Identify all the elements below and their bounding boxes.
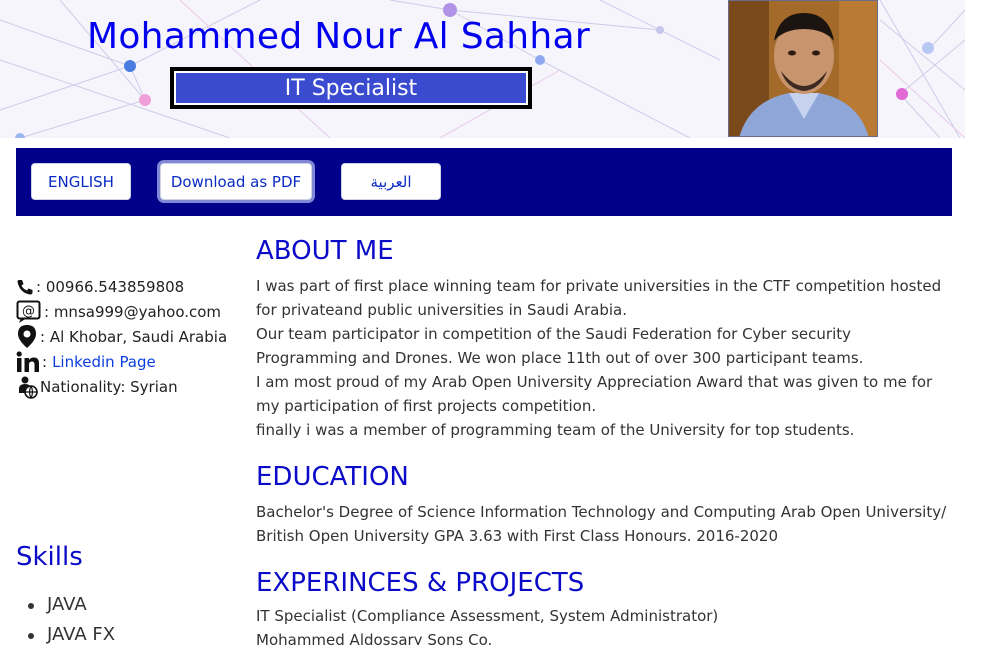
english-button[interactable]: ENGLISH — [31, 163, 131, 200]
globe-person-icon — [16, 375, 38, 399]
about-paragraph: I am most proud of my Arab Open Universi… — [256, 373, 933, 415]
address-text: : Al Khobar, Saudi Arabia — [40, 327, 228, 346]
email-row: @ : mnsa999@yahoo.com — [16, 299, 227, 324]
main-content: ABOUT ME I was part of first place winni… — [256, 232, 956, 645]
address-row: : Al Khobar, Saudi Arabia — [16, 324, 227, 349]
email-text: : mnsa999@yahoo.com — [44, 302, 222, 321]
location-pin-icon — [16, 324, 38, 349]
education-text: Bachelor's Degree of Science Information… — [256, 503, 947, 545]
skills-list: JAVA JAVA FX — [16, 590, 115, 645]
phone-icon — [16, 279, 34, 295]
experience-line: Mohammed Aldossary Sons Co. — [256, 631, 493, 645]
education-heading: EDUCATION — [256, 462, 409, 492]
svg-text:@: @ — [22, 304, 35, 319]
linkedin-icon — [16, 350, 40, 373]
job-title-box: IT Specialist — [170, 67, 532, 109]
experience-line: IT Specialist (Compliance Assessment, Sy… — [256, 607, 719, 625]
candidate-name: Mohammed Nour Al Sahhar — [87, 16, 590, 57]
job-title: IT Specialist — [284, 75, 418, 101]
arabic-button[interactable]: العربية — [341, 163, 441, 200]
language-nav-bar: ENGLISH Download as PDF العربية — [16, 148, 952, 216]
phone-text: : 00966.543859808 — [36, 277, 185, 296]
linkedin-link[interactable]: Linkedin Page — [52, 353, 156, 371]
phone-row: : 00966.543859808 — [16, 274, 227, 299]
profile-photo — [728, 0, 878, 137]
header-banner: Mohammed Nour Al Sahhar IT Specialist — [0, 0, 965, 138]
resume-page: Mohammed Nour Al Sahhar IT Specialist EN… — [0, 0, 983, 645]
about-heading: ABOUT ME — [256, 236, 394, 266]
nationality-row: Nationality: Syrian — [16, 374, 227, 399]
about-paragraph: Our team participator in competition of … — [256, 325, 864, 367]
experience-heading: EXPERINCES & PROJECTS — [256, 568, 585, 598]
email-at-icon: @ — [16, 300, 42, 324]
skill-item: JAVA — [16, 590, 115, 620]
about-paragraph: I was part of first place winning team f… — [256, 277, 942, 319]
skills-heading: Skills — [16, 542, 83, 572]
skill-item: JAVA FX — [16, 620, 115, 645]
linkedin-row: : Linkedin Page — [16, 349, 227, 374]
download-pdf-button[interactable]: Download as PDF — [160, 163, 312, 200]
contact-info: : 00966.543859808 @ : mnsa999@yahoo.com … — [16, 274, 227, 399]
linkedin-prefix: : — [42, 352, 48, 371]
nationality-text: Nationality: Syrian — [40, 377, 178, 396]
about-paragraph: finally i was a member of programming te… — [256, 421, 855, 439]
